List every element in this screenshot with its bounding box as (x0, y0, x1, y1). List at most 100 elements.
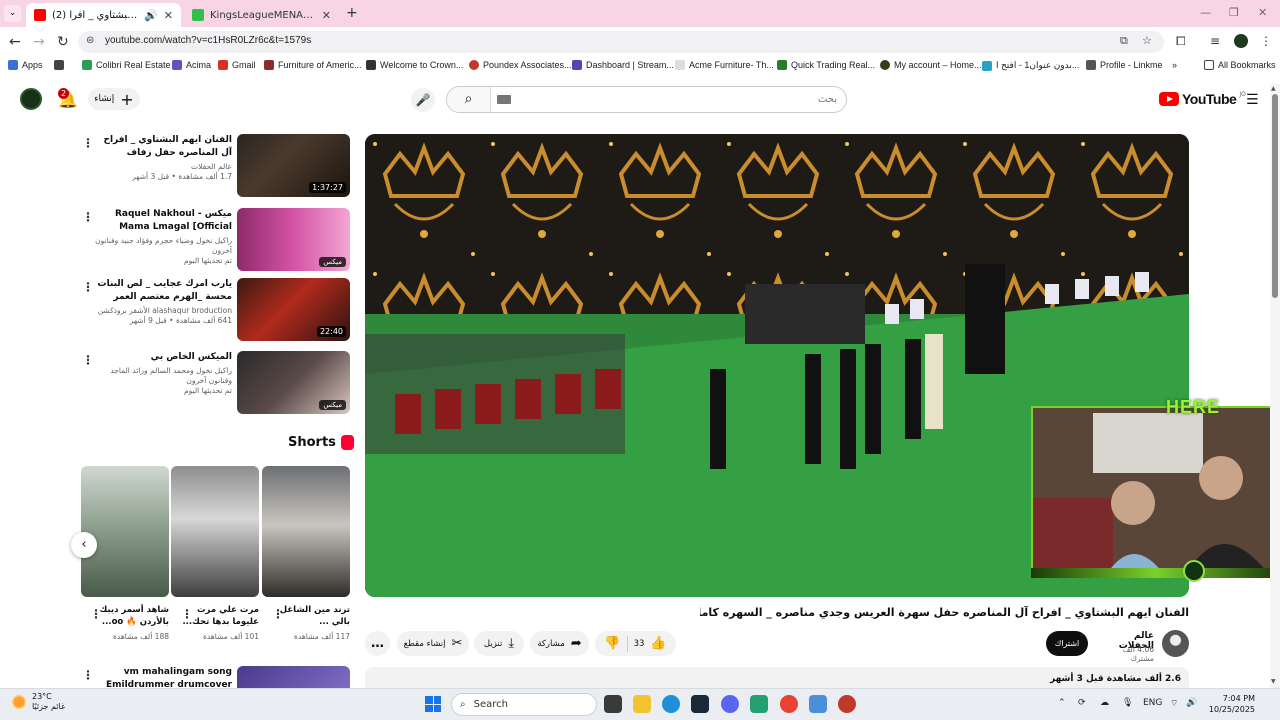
minimize-icon[interactable]: — (1200, 6, 1211, 19)
chrome-icon[interactable] (780, 695, 798, 713)
dislike-icon[interactable]: 👎 (604, 636, 620, 651)
search-icon[interactable]: ⌕ (447, 87, 491, 112)
file-explorer-icon[interactable] (633, 695, 651, 713)
chrome-profile-icon[interactable] (838, 695, 856, 713)
more-options-icon[interactable]: ⋮ (90, 607, 102, 621)
bookmark-apps[interactable]: Apps (8, 60, 43, 70)
bookmark-acima[interactable]: Acima (172, 60, 211, 70)
wifi-icon[interactable]: ⌔ (1170, 698, 1178, 709)
recommendation-item[interactable]: ⋮ ميكس Raquel Nakhoul - Mama Lmagal [Off… (80, 208, 350, 272)
menu-kebab-icon[interactable]: ⋮ (1260, 34, 1272, 48)
bookmark-gmail[interactable]: Gmail (218, 60, 256, 70)
bookmark-linkme[interactable]: Profile - Linkme (1086, 60, 1163, 70)
rec-channel[interactable]: راكيل نخول ومحمد السالم ورائد الماجد وفن… (94, 366, 232, 386)
recommendation-item[interactable]: ⋮ الفنان ايهم البشتاوي _ افراح آل المناص… (80, 134, 350, 198)
rec-thumbnail[interactable]: 22:40 (237, 278, 350, 341)
rec-title[interactable]: يارب امرك عجايب _ لص البنات محسة _الهرم … (94, 278, 232, 304)
tab-youtube[interactable]: (2) الفنان ايهم البشتاوي _ افرا 🔊 ✕ (26, 3, 181, 27)
scrollbar-thumb[interactable] (1272, 94, 1278, 298)
taskbar-clock[interactable]: 7:04 PM 10/25/2025 (1203, 693, 1255, 715)
url-text[interactable]: youtube.com/watch?v=c1HsR0LZr6c&t=1579s (105, 35, 311, 46)
rec-thumbnail[interactable]: 1:37:27 (237, 134, 350, 197)
recommendation-item[interactable]: ⋮ الميكس الخاص بي راكيل نخول ومحمد السال… (80, 351, 350, 415)
steam-icon[interactable] (691, 695, 709, 713)
taskbar-search[interactable]: ⌕ Search (451, 693, 597, 716)
tray-overflow-icon[interactable]: ⌃ (1058, 698, 1066, 708)
yt-account-avatar[interactable] (20, 88, 42, 110)
keyboard-icon[interactable] (497, 95, 511, 104)
edge-icon[interactable] (662, 695, 680, 713)
guide-menu-icon[interactable]: ☰ (1246, 92, 1259, 108)
bookmark-untitled[interactable]: بدون عنوان1 - افتح ا... (982, 60, 1079, 71)
more-options-icon[interactable]: ⋮ (82, 668, 94, 682)
network-icon[interactable]: ☁ (1100, 698, 1109, 708)
recommendation-item[interactable]: ⋮ يارب امرك عجايب _ لص البنات محسة _الهر… (80, 278, 350, 342)
rec-title[interactable]: الفنان ايهم البشتاوي _ افراح آل المناصره… (94, 134, 232, 160)
volume-icon[interactable]: 🔊 (1186, 698, 1197, 708)
rec-title[interactable]: الميكس الخاص بي (94, 351, 232, 364)
channel-avatar[interactable] (1162, 630, 1189, 657)
download-button[interactable]: تنزيل ⤓ (474, 631, 524, 656)
all-bookmarks[interactable]: All Bookmarks (1204, 60, 1276, 70)
back-icon[interactable]: ← (9, 34, 21, 50)
forward-icon[interactable]: → (33, 34, 45, 50)
bookmark-crown[interactable]: Welcome to Crown... (366, 60, 463, 70)
bookmark-acme[interactable]: Acme Furniture- Th... (675, 60, 774, 70)
weather-widget[interactable]: 23°C غائم جزئيًا (12, 692, 65, 712)
scroll-up-icon[interactable]: ▲ (1271, 85, 1276, 92)
site-info-icon[interactable]: ⊜ (86, 35, 94, 46)
profile-avatar[interactable] (1234, 34, 1248, 48)
voice-search-icon[interactable]: 🎤 (411, 88, 435, 112)
media-controls-icon[interactable]: ≡ (1210, 34, 1220, 48)
app-icon[interactable] (750, 695, 768, 713)
tray-app-icon[interactable]: ⟳ (1078, 698, 1086, 708)
close-window-icon[interactable]: ✕ (1258, 6, 1267, 19)
scroll-down-icon[interactable]: ▼ (1271, 678, 1276, 685)
rec-channel[interactable]: راكيل نخول وضياء حجرم وفؤاد جنيد وفنانون… (94, 236, 232, 256)
short-thumbnail[interactable] (171, 466, 259, 597)
microphone-icon[interactable]: 🎙 (1122, 698, 1133, 708)
tab-kingsleague[interactable]: KingsLeagueMENA Stream - W ✕ (184, 3, 339, 27)
task-view-icon[interactable] (604, 695, 622, 713)
more-actions-button[interactable]: … (365, 631, 390, 656)
reload-icon[interactable]: ↻ (57, 34, 69, 50)
language-indicator[interactable]: ENG (1143, 698, 1162, 708)
short-thumbnail[interactable] (262, 466, 350, 597)
more-options-icon[interactable]: ⋮ (181, 607, 193, 621)
tab-search-button[interactable]: ⌄ (4, 5, 21, 22)
new-tab-button[interactable]: + (346, 5, 358, 21)
close-tab-icon[interactable]: ✕ (322, 9, 331, 22)
app-icon[interactable] (809, 695, 827, 713)
youtube-logo[interactable]: YouTube JO (1159, 91, 1246, 107)
bookmark-dashboard[interactable]: Dashboard | Stream... (572, 60, 674, 70)
more-options-icon[interactable]: ⋮ (82, 136, 94, 150)
discord-icon[interactable] (721, 695, 739, 713)
address-bar[interactable]: ⊜ youtube.com/watch?v=c1HsR0LZr6c&t=1579… (78, 31, 1164, 53)
clip-button[interactable]: إنشاء مقطع ✂ (397, 631, 469, 656)
recommendation-item[interactable]: ⋮ vm mahalingam song Emildrummer drumcov… (80, 666, 350, 688)
search-input[interactable] (517, 91, 837, 108)
rec-title[interactable]: ميكس Raquel Nakhoul - Mama Lmagal [Offic… (94, 208, 232, 234)
install-app-icon[interactable]: ⧉ (1120, 34, 1128, 48)
rec-channel[interactable]: عالم الحفلات (94, 162, 232, 172)
rec-thumbnail[interactable] (237, 666, 350, 688)
bookmark-colibri[interactable]: Colibri Real Estate (82, 60, 171, 70)
bookmark-grid[interactable] (54, 60, 64, 70)
more-options-icon[interactable]: ⋮ (82, 353, 94, 367)
share-button[interactable]: مشاركة ➦ (530, 631, 589, 656)
more-options-icon[interactable]: ⋮ (82, 210, 94, 224)
create-button[interactable]: إنشاء + (88, 88, 140, 110)
close-tab-icon[interactable]: ✕ (164, 9, 173, 22)
windows-start-icon[interactable] (425, 696, 441, 712)
bookmark-poundex[interactable]: Poundex Associates... (469, 60, 572, 70)
more-options-icon[interactable]: ⋮ (82, 280, 94, 294)
bookmark-quick-trading[interactable]: Quick Trading Real... (777, 60, 875, 70)
subscribe-button[interactable]: اشتراك (1046, 631, 1088, 656)
like-icon[interactable]: 👍 (650, 636, 666, 651)
extensions-icon[interactable]: ⧠ (1176, 34, 1186, 49)
speaker-icon[interactable]: 🔊 (144, 9, 158, 22)
bookmark-my-account[interactable]: My account – Home... (880, 60, 982, 70)
rec-channel[interactable]: alashaqur broduction الأشقر بروذكشن (94, 306, 232, 316)
rec-thumbnail[interactable]: ميكس (237, 351, 350, 414)
bookmark-star-icon[interactable]: ☆ (1142, 34, 1152, 47)
